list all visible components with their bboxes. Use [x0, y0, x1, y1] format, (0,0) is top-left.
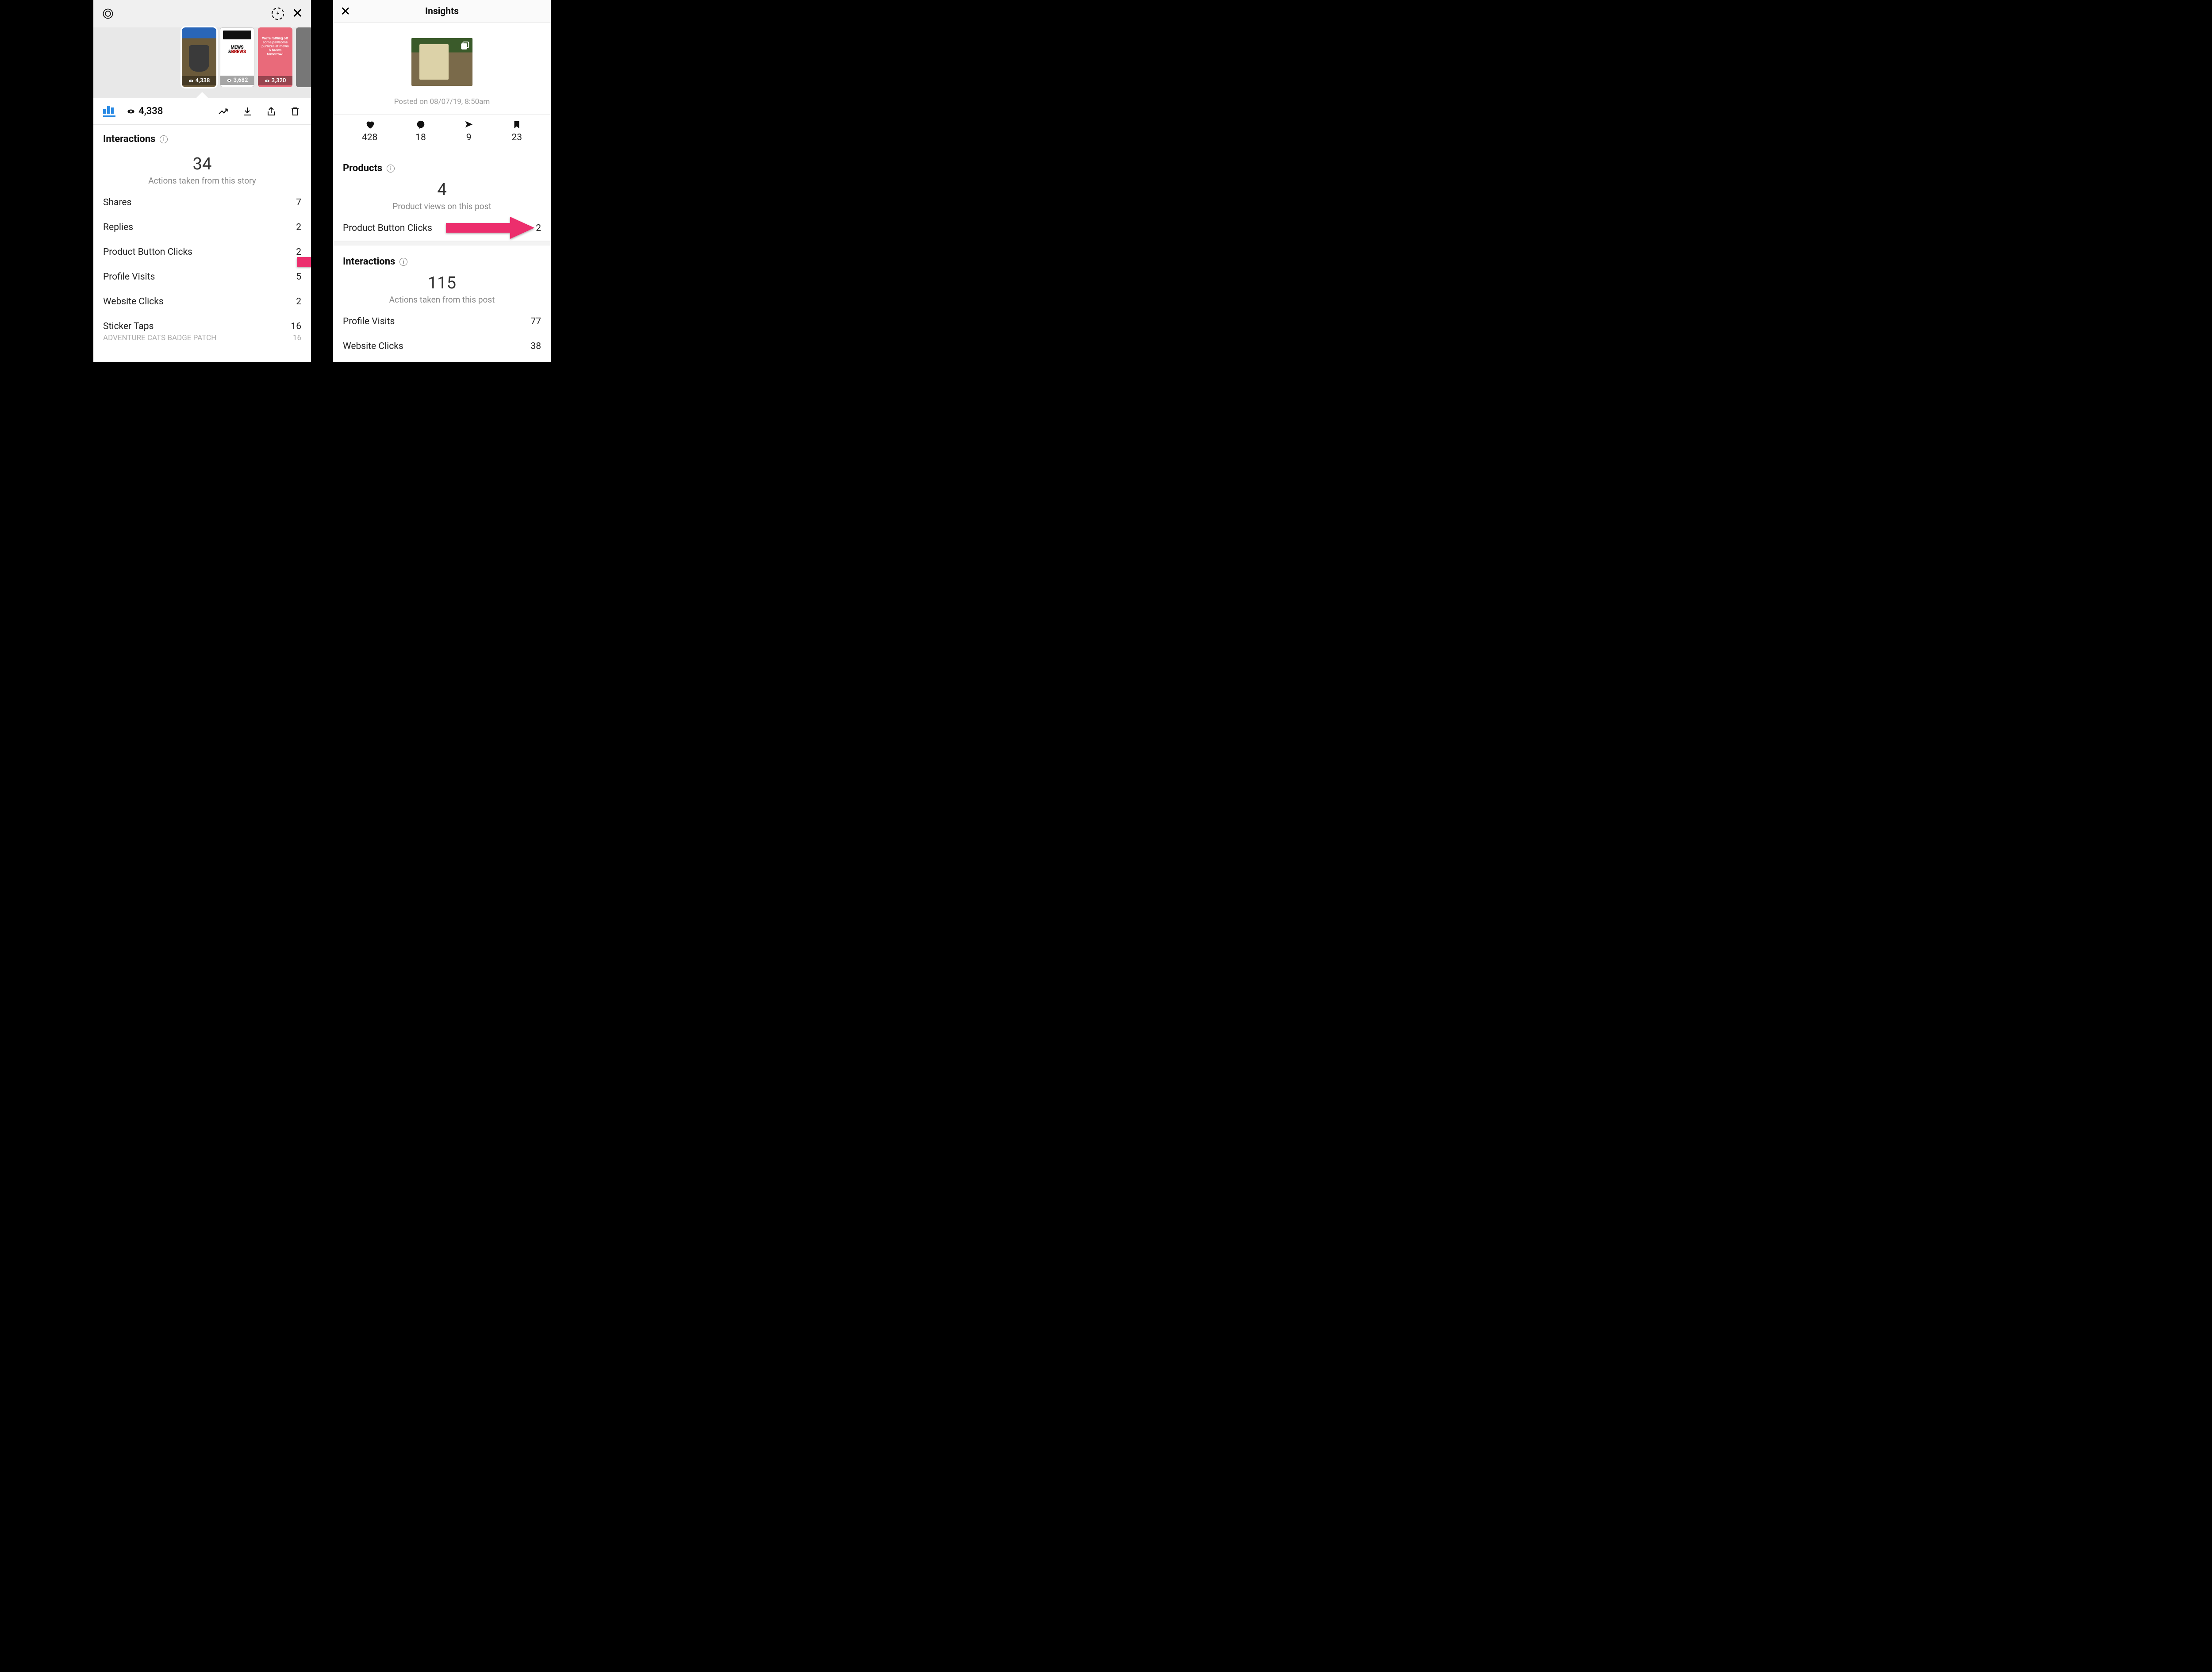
metric-label: Website Clicks	[103, 296, 164, 307]
story-insights-panel: ✕ 4,338 MEWS&BREWS 3,682 We're raffling …	[93, 0, 311, 362]
story-views: 3,682	[234, 77, 248, 84]
metric-row: Product Button Clicks 2	[93, 240, 311, 265]
products-total: 4	[333, 180, 551, 199]
insights-tab-icon[interactable]	[103, 106, 115, 117]
metric-value: 2	[296, 296, 301, 307]
interactions-subtext: Actions taken from this post	[333, 295, 551, 305]
page-title: Insights	[333, 6, 551, 17]
metric-value: 7	[296, 197, 301, 208]
saves-stat: 23	[511, 120, 522, 143]
trash-icon[interactable]	[289, 105, 301, 118]
engagement-row: 428 18 9 23	[333, 115, 551, 152]
likes-stat: 428	[362, 120, 377, 143]
post-preview: Posted on 08/07/19, 8:50am	[333, 23, 551, 115]
metric-label: Product Button Clicks	[103, 247, 192, 257]
section-divider	[333, 241, 551, 245]
metric-label: Sticker Taps	[103, 321, 154, 332]
metric-value: 38	[530, 341, 541, 352]
story-views: 3,320	[272, 77, 286, 84]
story-views: 4,338	[196, 77, 210, 84]
metric-value: 5	[296, 272, 301, 282]
metric-value: 16	[291, 321, 301, 332]
comments-stat: 18	[415, 120, 426, 143]
metric-label: Profile Visits	[343, 316, 395, 327]
story-thumbnail[interactable]: 4,338	[182, 27, 216, 87]
comment-icon	[416, 120, 426, 130]
metric-row: Website Clicks 2	[93, 289, 311, 314]
metric-row: Replies 2	[93, 215, 311, 240]
metric-row: Website Clicks 38	[333, 334, 551, 359]
interactions-total: 34	[93, 154, 311, 174]
metric-label: Profile Visits	[103, 272, 155, 282]
save-icon[interactable]	[272, 8, 284, 20]
close-icon[interactable]: ✕	[340, 4, 350, 19]
metric-row: Sticker Taps 16	[93, 314, 311, 333]
send-icon	[464, 120, 474, 130]
carousel-icon	[460, 41, 470, 50]
close-icon[interactable]: ✕	[292, 7, 303, 20]
metric-value: 2	[296, 222, 301, 233]
products-header: Products i	[333, 152, 551, 177]
metric-row: Shares 7	[93, 190, 311, 215]
metric-value: 2	[536, 223, 541, 234]
post-insights-panel: ✕ Insights Posted on 08/07/19, 8:50am 42…	[333, 0, 551, 362]
metric-label: Website Clicks	[343, 341, 403, 352]
stories-strip[interactable]: 4,338 MEWS&BREWS 3,682 We're raffling of…	[93, 27, 311, 98]
posted-timestamp: Posted on 08/07/19, 8:50am	[394, 97, 490, 106]
interactions-subtext: Actions taken from this story	[93, 176, 311, 186]
interactions-total: 115	[333, 273, 551, 293]
shares-stat: 9	[464, 120, 474, 143]
metric-row: Profile Visits 5	[93, 265, 311, 289]
info-icon[interactable]: i	[160, 135, 168, 143]
metric-value: 2	[296, 247, 301, 257]
promote-icon[interactable]	[217, 105, 230, 118]
interactions-header: Interactions i	[333, 245, 551, 271]
story-thumbnail[interactable]: MEWS&BREWS 3,682	[220, 27, 254, 87]
story-top-bar: ✕	[93, 0, 311, 27]
info-icon[interactable]: i	[399, 258, 407, 266]
story-thumbnail[interactable]: We're raffling off some pawsome purrizes…	[258, 27, 292, 87]
products-subtext: Product views on this post	[333, 201, 551, 211]
metric-value: 77	[530, 316, 541, 327]
metric-row: Profile Visits 77	[333, 309, 551, 334]
heart-icon	[365, 120, 375, 130]
story-views-count: 4,338	[127, 106, 163, 117]
post-thumbnail[interactable]	[411, 38, 472, 86]
bookmark-icon	[512, 120, 522, 130]
settings-icon[interactable]	[101, 7, 115, 20]
metric-label: Replies	[103, 222, 133, 233]
metric-subrow: ADVENTURE CATS BADGE PATCH 16	[93, 333, 311, 347]
metric-row: Product Button Clicks 2	[333, 216, 551, 241]
info-icon[interactable]: i	[387, 165, 395, 173]
insights-header: ✕ Insights	[333, 0, 551, 23]
metric-label: Shares	[103, 197, 131, 208]
metric-label: Product Button Clicks	[343, 223, 432, 234]
story-thumbnail[interactable]	[296, 27, 311, 87]
interactions-header: Interactions i	[93, 125, 311, 148]
download-icon[interactable]	[241, 105, 253, 118]
share-icon[interactable]	[265, 105, 277, 118]
